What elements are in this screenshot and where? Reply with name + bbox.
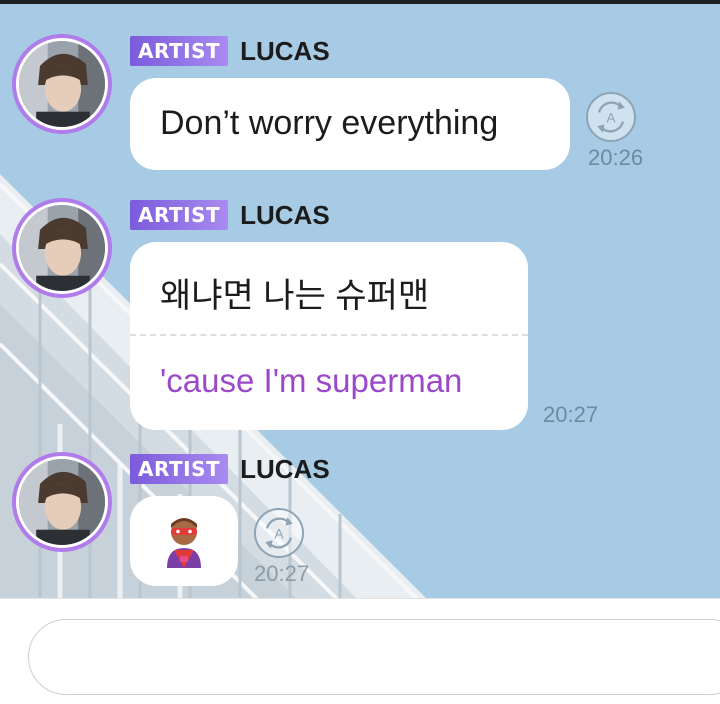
profile-photo bbox=[19, 41, 105, 127]
artist-badge: ARTIST bbox=[130, 36, 229, 66]
translate-icon: A bbox=[265, 517, 293, 549]
avatar[interactable] bbox=[12, 198, 112, 298]
message-bubble[interactable]: 왜냐면 나는 슈퍼맨 'cause I'm superman bbox=[130, 242, 528, 430]
superhero-icon bbox=[157, 514, 211, 568]
message-text: 왜냐면 나는 슈퍼맨 bbox=[160, 277, 430, 315]
profile-photo bbox=[19, 205, 105, 291]
message-input-bar bbox=[0, 598, 720, 704]
message-bubble[interactable] bbox=[130, 496, 238, 586]
translate-button[interactable]: A bbox=[254, 508, 304, 558]
timestamp: 20:27 bbox=[254, 561, 310, 586]
artist-badge: ARTIST bbox=[130, 454, 229, 484]
translate-icon-letter: A bbox=[606, 111, 616, 126]
message-input[interactable] bbox=[28, 619, 720, 695]
message-bubble[interactable]: Don’t worry everything bbox=[130, 78, 570, 170]
artist-badge: ARTIST bbox=[130, 200, 229, 230]
sender-name[interactable]: LUCAS bbox=[240, 200, 330, 231]
message-text: Don’t worry everything bbox=[160, 104, 499, 142]
profile-photo bbox=[19, 459, 105, 545]
translate-icon: A bbox=[597, 101, 625, 133]
translation-divider bbox=[130, 334, 528, 336]
sender-name[interactable]: LUCAS bbox=[240, 36, 330, 67]
translation-text: 'cause I'm superman bbox=[160, 362, 463, 399]
chat-area[interactable]: ARTIST LUCAS Don’t worry everything A 20… bbox=[0, 0, 720, 598]
avatar[interactable] bbox=[12, 34, 112, 134]
sender-name[interactable]: LUCAS bbox=[240, 454, 330, 485]
translate-icon-letter: A bbox=[274, 527, 284, 542]
timestamp: 20:26 bbox=[588, 145, 644, 170]
avatar[interactable] bbox=[12, 452, 112, 552]
timestamp: 20:27 bbox=[543, 402, 599, 427]
translate-button[interactable]: A bbox=[586, 92, 636, 142]
